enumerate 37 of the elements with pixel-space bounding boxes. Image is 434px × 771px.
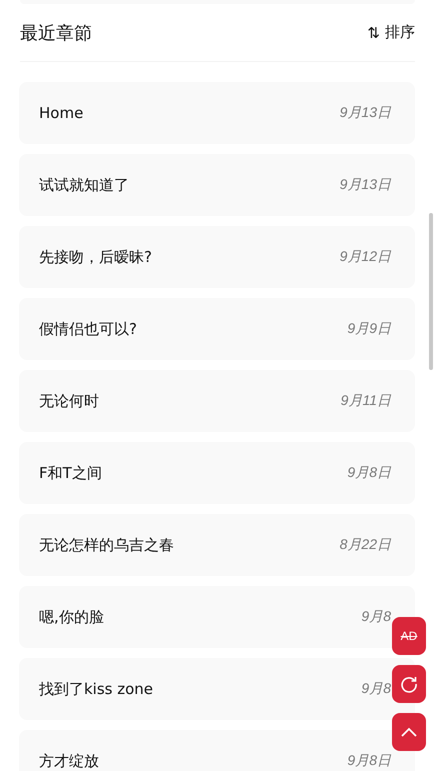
chapter-title: 找到了kiss zone (39, 680, 154, 698)
chapter-item[interactable]: 方才绽放 9月8日 (19, 730, 415, 771)
chapter-date: 9月12日 (340, 248, 391, 266)
chapter-date: 9月8日 (347, 464, 391, 482)
chapter-date: 9月8 (361, 680, 391, 698)
ad-button[interactable]: AD (392, 617, 426, 655)
chapter-title: 方才绽放 (39, 752, 99, 770)
section-title: 最近章節 (20, 22, 92, 44)
sort-icon: ⇅ (367, 24, 380, 42)
refresh-button[interactable] (392, 665, 426, 703)
chapter-title: Home (39, 104, 84, 122)
chapter-date: 9月8日 (347, 752, 391, 770)
chapter-item[interactable]: Home 9月13日 (19, 82, 415, 144)
chapter-title: F和T之间 (39, 464, 102, 482)
scroll-top-button[interactable] (392, 713, 426, 751)
chapter-item[interactable]: 假情侣也可以? 9月9日 (19, 298, 415, 360)
sort-button[interactable]: ⇅ 排序 (367, 23, 415, 42)
chapter-item[interactable]: 试试就知道了 9月13日 (19, 154, 415, 216)
chapter-date: 9月13日 (340, 176, 391, 194)
chapter-title: 无论怎样的乌吉之春 (39, 536, 174, 554)
chevron-up-icon (401, 727, 417, 737)
chapter-item[interactable]: F和T之间 9月8日 (19, 442, 415, 504)
chapter-title: 试试就知道了 (39, 176, 129, 194)
chapter-title: 无论何时 (39, 392, 99, 410)
chapter-date: 9月9日 (347, 320, 391, 338)
chapter-title: 先接吻，后暧昧? (39, 248, 152, 266)
chapter-title: 嗯,你的脸 (39, 608, 104, 626)
chapter-date: 9月13日 (340, 104, 391, 122)
refresh-icon (400, 675, 418, 693)
chapter-item[interactable]: 无论何时 9月11日 (19, 370, 415, 432)
chapter-item[interactable]: 找到了kiss zone 9月8 (19, 658, 415, 720)
chapter-title: 假情侣也可以? (39, 320, 137, 338)
chapter-date: 9月11日 (340, 392, 391, 410)
chapter-item[interactable]: 无论怎样的乌吉之春 8月22日 (19, 514, 415, 576)
chapter-date: 8月22日 (340, 536, 391, 554)
chapter-date: 9月8 (361, 608, 391, 626)
chapter-item[interactable]: 先接吻，后暧昧? 9月12日 (19, 226, 415, 288)
